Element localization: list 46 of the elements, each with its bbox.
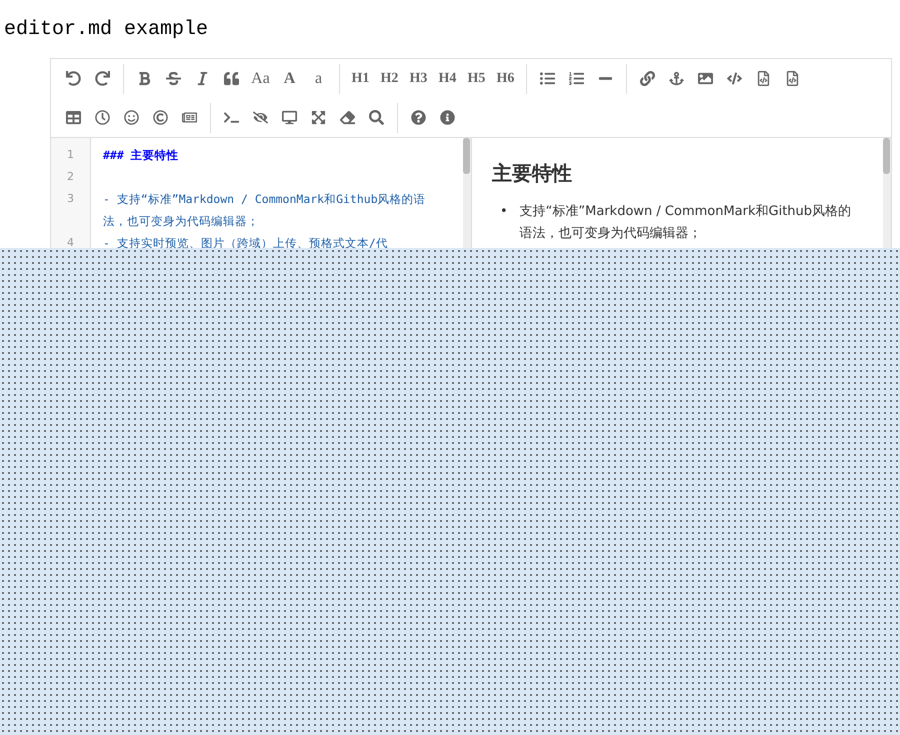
bullet: • (500, 203, 508, 221)
page-title: editor.md example (4, 18, 210, 41)
smiley-icon (124, 110, 139, 125)
line-number: 3 (66, 191, 75, 207)
help-icon (411, 110, 426, 125)
info-icon (440, 110, 455, 125)
newspaper-icon (182, 110, 197, 125)
table-icon (66, 110, 81, 125)
format-button[interactable]: Aa (246, 64, 275, 94)
code-file-icon (756, 71, 771, 86)
code-file-icon (785, 71, 800, 86)
heading-button[interactable]: H1 (346, 64, 375, 94)
eraser-icon (340, 110, 355, 125)
line-number: 4 (66, 235, 75, 251)
copyright-icon (153, 110, 168, 125)
redo-icon (95, 71, 110, 86)
heading-button[interactable]: H6 (491, 64, 520, 94)
monitor-icon (282, 110, 297, 125)
bold-icon (137, 71, 152, 86)
code-icon (727, 71, 742, 86)
search-icon (369, 110, 384, 125)
format-button[interactable]: a (304, 64, 333, 94)
numbered-list-icon (569, 71, 584, 86)
fullscreen-icon (311, 110, 326, 125)
anchor-icon (669, 71, 684, 86)
heading-button[interactable]: H3 (404, 64, 433, 94)
eye-slash-icon (253, 110, 268, 125)
heading-button[interactable]: H4 (433, 64, 462, 94)
preview-list-item: 支持“标准”Markdown / CommonMark和Github风格的语法，也可变身为代码编辑器； (520, 203, 852, 243)
italic-icon (195, 71, 210, 86)
line-number: 2 (66, 169, 75, 185)
format-button[interactable]: A (275, 64, 304, 94)
quote-icon (224, 71, 239, 86)
image-icon (698, 71, 713, 86)
link-icon (640, 71, 655, 86)
line-number: 1 (66, 147, 75, 163)
undo-icon (66, 71, 81, 86)
clock-icon (95, 110, 110, 125)
bullet-list-icon (540, 71, 555, 86)
code-line: ### 主要特性 (103, 147, 180, 164)
heading-button[interactable]: H2 (375, 64, 404, 94)
heading-button[interactable]: H5 (462, 64, 491, 94)
strikethrough-icon (166, 71, 181, 86)
code-line: - 支持“标准”Markdown / CommonMark和Github风格的语法，也可变身为代码编辑器； (103, 191, 427, 230)
terminal-icon (224, 110, 239, 125)
preview-heading: 主要特性 (492, 160, 573, 187)
